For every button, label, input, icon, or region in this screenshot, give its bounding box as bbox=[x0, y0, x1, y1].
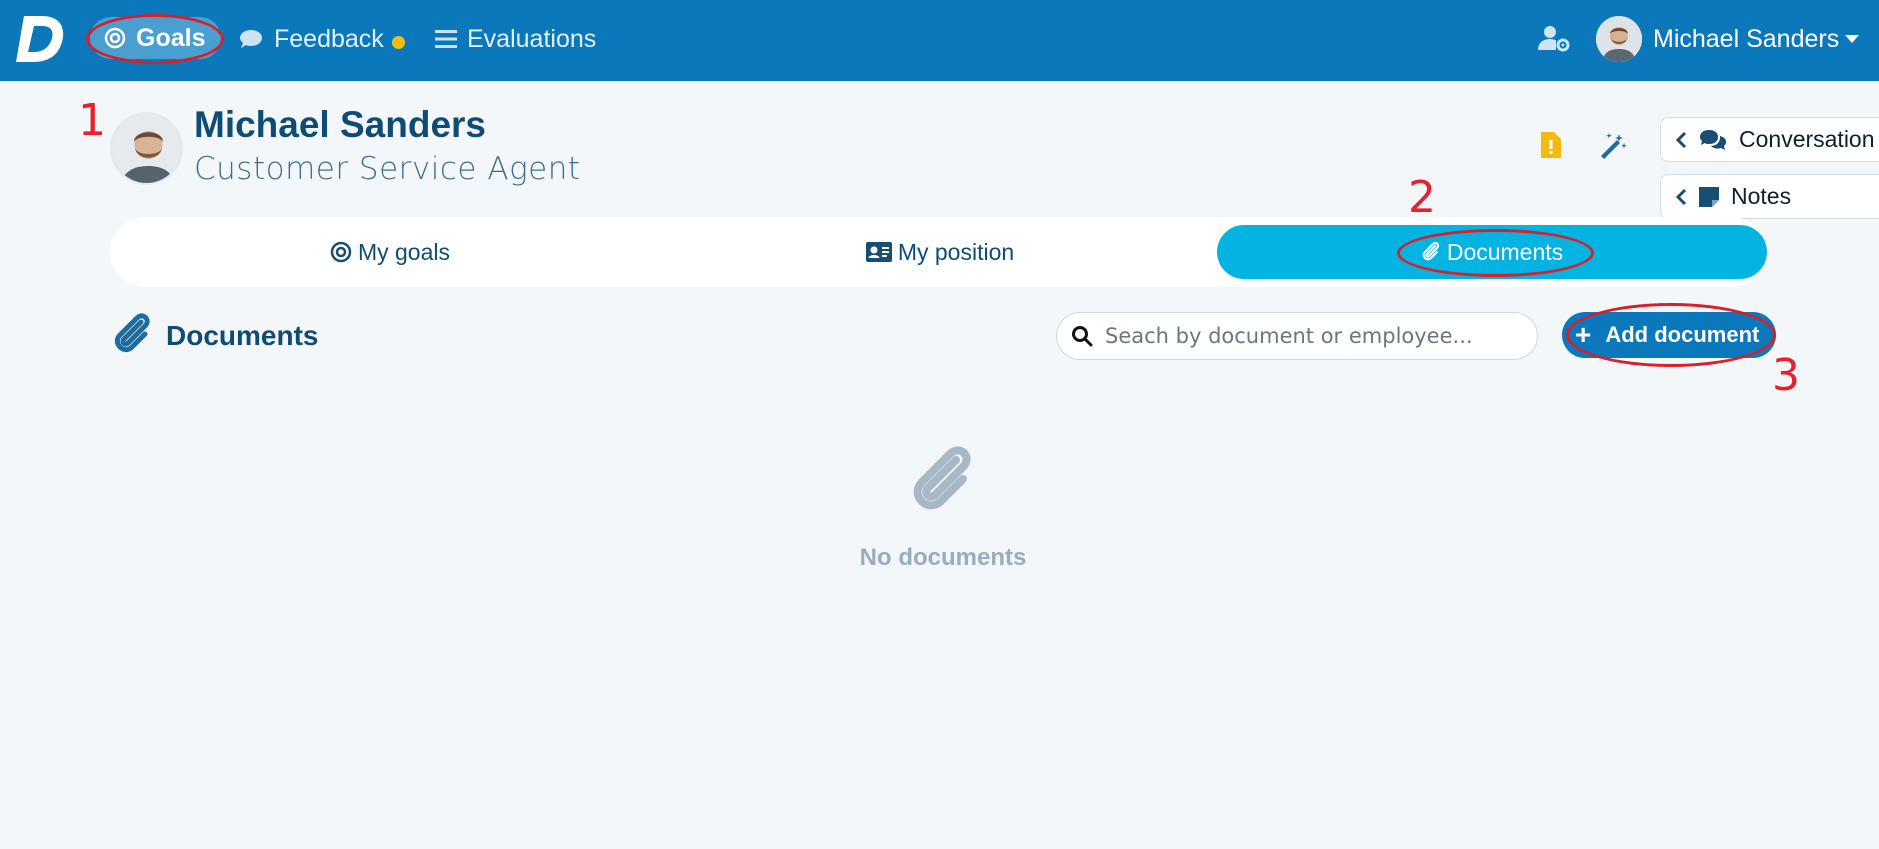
paperclip-icon bbox=[913, 446, 971, 510]
annotation-number-2: 2 bbox=[1408, 172, 1436, 223]
profile-photo bbox=[112, 114, 181, 183]
top-navbar: Goals Feedback Evaluations Michael Sande… bbox=[0, 0, 1879, 81]
nav-goals-label: Goals bbox=[136, 23, 206, 52]
caret-down-icon bbox=[1845, 35, 1860, 43]
chevron-left-icon bbox=[1675, 188, 1687, 205]
tab-my-goals-label: My goals bbox=[357, 238, 451, 265]
tab-documents-label: Documents bbox=[1446, 238, 1564, 265]
documents-section-title: Documents bbox=[112, 312, 318, 360]
target-icon bbox=[330, 241, 352, 263]
annotation-number-3: 3 bbox=[1772, 350, 1800, 401]
nav-feedback-label: Feedback bbox=[274, 24, 384, 53]
tab-my-position-label: My position bbox=[897, 238, 1015, 265]
user-avatar[interactable] bbox=[1596, 16, 1642, 62]
conversation-label: Conversation bbox=[1739, 126, 1875, 152]
plus-icon: + bbox=[1575, 319, 1592, 350]
avatar-photo bbox=[1596, 16, 1642, 62]
notes-label: Notes bbox=[1731, 183, 1792, 209]
speech-bubble-icon bbox=[240, 30, 262, 48]
profile-role: Customer Service Agent bbox=[194, 151, 581, 187]
profile-name: Michael Sanders bbox=[194, 104, 487, 145]
document-search[interactable] bbox=[1056, 312, 1538, 360]
conversation-panel-toggle[interactable]: Conversation bbox=[1660, 117, 1879, 162]
profile-avatar bbox=[110, 112, 183, 185]
empty-state-text: No documents bbox=[859, 544, 1027, 571]
tab-documents[interactable]: Documents bbox=[1217, 225, 1767, 279]
target-icon bbox=[104, 27, 126, 49]
comments-icon bbox=[1700, 129, 1726, 150]
add-document-label: Add document bbox=[1605, 322, 1760, 347]
sticky-note-icon bbox=[1699, 186, 1719, 207]
user-settings-icon[interactable] bbox=[1538, 24, 1570, 52]
profile-tabs: My goals My position Documents bbox=[110, 217, 1767, 287]
notes-panel-toggle[interactable]: Notes bbox=[1660, 174, 1879, 219]
paperclip-icon bbox=[114, 313, 150, 353]
nav-feedback[interactable]: Feedback bbox=[238, 0, 405, 78]
magic-wand-icon[interactable] bbox=[1599, 132, 1627, 160]
nav-evaluations[interactable]: Evaluations bbox=[435, 0, 596, 78]
chevron-left-icon bbox=[1675, 131, 1687, 148]
menu-list-icon bbox=[435, 30, 457, 48]
warning-document-icon[interactable] bbox=[1541, 132, 1561, 158]
tab-my-position[interactable]: My position bbox=[660, 217, 1220, 287]
add-document-button[interactable]: + Add document bbox=[1562, 312, 1776, 358]
nav-evaluations-label: Evaluations bbox=[467, 24, 597, 53]
annotation-number-1: 1 bbox=[78, 95, 106, 146]
search-input[interactable] bbox=[1105, 324, 1525, 348]
tab-my-goals[interactable]: My goals bbox=[110, 217, 670, 287]
user-menu[interactable]: Michael Sanders bbox=[1653, 0, 1860, 78]
user-name-label: Michael Sanders bbox=[1653, 24, 1840, 53]
nav-goals[interactable]: Goals bbox=[90, 17, 222, 59]
id-card-icon bbox=[865, 242, 892, 262]
paperclip-icon bbox=[1422, 241, 1439, 261]
app-logo[interactable] bbox=[16, 14, 64, 64]
documents-title: Documents bbox=[166, 320, 319, 351]
notification-dot bbox=[391, 35, 405, 49]
search-icon bbox=[1072, 326, 1093, 347]
